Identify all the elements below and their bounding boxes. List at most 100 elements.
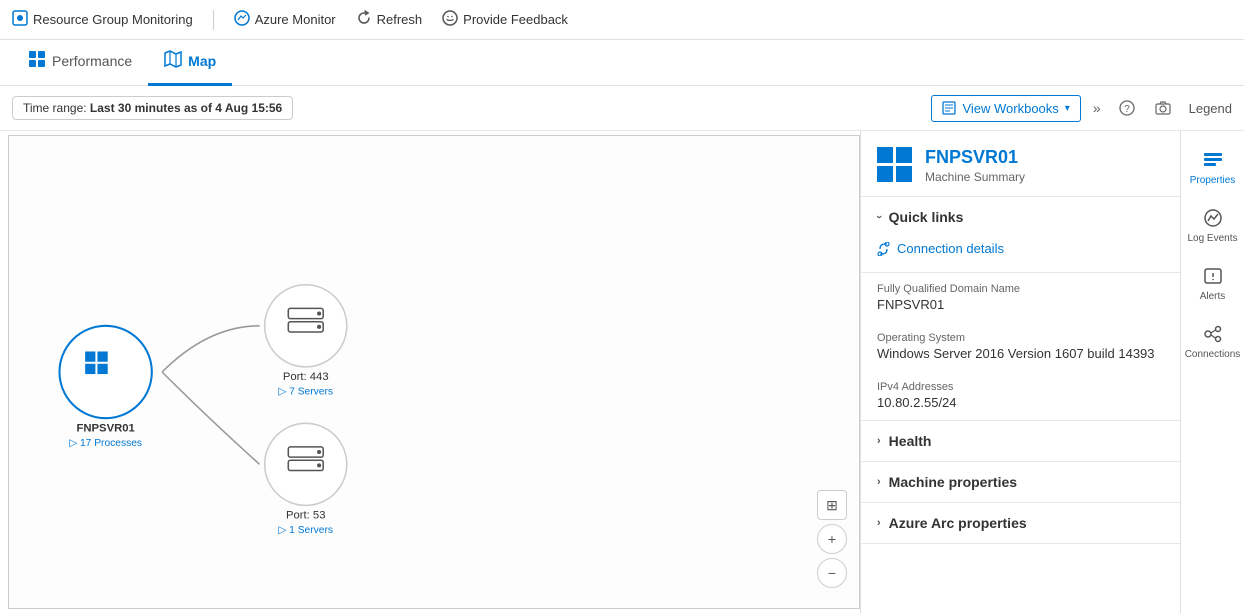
quick-links-list: Connection details — [861, 237, 1180, 272]
workbooks-icon — [942, 101, 956, 115]
nav-resource-group-label: Resource Group Monitoring — [33, 12, 193, 27]
connection-details-icon — [877, 242, 891, 256]
properties-icon — [1202, 149, 1224, 171]
nav-refresh[interactable]: Refresh — [356, 10, 423, 30]
time-range-value: Last 30 minutes as of 4 Aug 15:56 — [90, 101, 282, 115]
view-workbooks-button[interactable]: View Workbooks ▾ — [931, 95, 1080, 122]
view-workbooks-label: View Workbooks — [962, 101, 1058, 116]
quick-links-header[interactable]: › Quick links — [861, 197, 1180, 237]
svg-text:?: ? — [1124, 104, 1130, 115]
zoom-in-button[interactable]: + — [817, 524, 847, 554]
side-icon-properties[interactable]: Properties — [1181, 139, 1244, 197]
azure-arc-header[interactable]: › Azure Arc properties — [861, 503, 1180, 543]
right-panel: FNPSVR01 Machine Summary › Quick links C… — [860, 131, 1180, 613]
ipv4-group: IPv4 Addresses 10.80.2.55/24 — [861, 371, 1180, 420]
main-server-label: FNPSVR01 — [77, 423, 135, 435]
refresh-icon — [356, 10, 372, 30]
fqdn-value: FNPSVR01 — [877, 297, 1164, 312]
map-toolbar: Time range: Last 30 minutes as of 4 Aug … — [0, 86, 1244, 131]
health-header[interactable]: › Health — [861, 421, 1180, 461]
nav-azure-monitor[interactable]: Azure Monitor — [234, 10, 336, 30]
azure-monitor-icon — [234, 10, 250, 30]
legend-label: Legend — [1189, 101, 1232, 116]
properties-section: Fully Qualified Domain Name FNPSVR01 Ope… — [861, 273, 1180, 421]
quick-links-label: Quick links — [889, 209, 964, 225]
os-value: Windows Server 2016 Version 1607 build 1… — [877, 346, 1164, 361]
port-443-sublabel[interactable]: ▷ 7 Servers — [278, 387, 333, 398]
port-443-node[interactable] — [265, 285, 347, 367]
workbooks-chevron-icon: ▾ — [1065, 103, 1070, 114]
os-group: Operating System Windows Server 2016 Ver… — [861, 322, 1180, 371]
port-53-node[interactable] — [265, 423, 347, 505]
side-icon-alerts[interactable]: Alerts — [1181, 255, 1244, 313]
main-server-sublabel[interactable]: ▷ 17 Processes — [69, 438, 142, 449]
zoom-out-button[interactable]: − — [817, 558, 847, 588]
fqdn-group: Fully Qualified Domain Name FNPSVR01 — [861, 273, 1180, 322]
connection-details-label: Connection details — [897, 241, 1004, 256]
tab-performance[interactable]: Performance — [12, 40, 148, 86]
nav-azure-monitor-label: Azure Monitor — [255, 12, 336, 27]
map-svg: Port: 443 ▷ 7 Servers Port: 53 ▷ 1 Serve… — [9, 136, 859, 608]
machine-properties-section: › Machine properties — [861, 462, 1180, 503]
zoom-controls: ⊞ + − — [817, 490, 847, 588]
alerts-icon — [1202, 265, 1224, 287]
ipv4-value: 10.80.2.55/24 — [877, 395, 1164, 410]
toolbar-icons: ? — [1113, 94, 1177, 122]
machine-properties-header[interactable]: › Machine properties — [861, 462, 1180, 502]
health-chevron-icon: › — [877, 435, 881, 447]
tab-map[interactable]: Map — [148, 40, 232, 86]
nav-resource-group-monitoring[interactable]: Resource Group Monitoring — [12, 10, 193, 30]
connections-icon-label: Connections — [1185, 349, 1241, 361]
toolbar-right: View Workbooks ▾ » ? Legend — [931, 94, 1232, 122]
health-label: Health — [889, 433, 932, 449]
machine-properties-label: Machine properties — [889, 474, 1017, 490]
performance-tab-icon — [28, 50, 46, 73]
resource-group-icon — [12, 10, 28, 30]
port-53-label: Port: 53 — [286, 510, 325, 522]
log-events-icon — [1202, 207, 1224, 229]
health-section: › Health — [861, 421, 1180, 462]
azure-arc-label: Azure Arc properties — [889, 515, 1027, 531]
tab-map-label: Map — [188, 53, 216, 69]
map-canvas[interactable]: Port: 443 ▷ 7 Servers Port: 53 ▷ 1 Serve… — [8, 135, 860, 609]
time-range-badge[interactable]: Time range: Last 30 minutes as of 4 Aug … — [12, 96, 293, 120]
line-to-53 — [162, 372, 259, 464]
legend-button[interactable]: Legend — [1189, 101, 1232, 116]
content-row: Port: 443 ▷ 7 Servers Port: 53 ▷ 1 Serve… — [0, 131, 1244, 613]
quick-links-section: › Quick links Connection details — [861, 197, 1180, 273]
port-53-sublabel[interactable]: ▷ 1 Servers — [278, 525, 333, 536]
side-icon-log-events[interactable]: Log Events — [1181, 197, 1244, 255]
log-events-icon-label: Log Events — [1187, 233, 1237, 245]
top-nav-bar: Resource Group Monitoring Azure Monitor … — [0, 0, 1244, 40]
nav-refresh-label: Refresh — [377, 12, 423, 27]
os-label: Operating System — [877, 332, 1164, 344]
port-443-label: Port: 443 — [283, 371, 329, 383]
alerts-icon-label: Alerts — [1200, 291, 1226, 303]
quick-links-chevron-icon: › — [873, 215, 885, 219]
nav-provide-feedback-label: Provide Feedback — [463, 12, 568, 27]
azure-arc-section: › Azure Arc properties — [861, 503, 1180, 544]
side-icon-connections[interactable]: Connections — [1181, 313, 1244, 371]
side-icons-panel: Properties Log Events Alerts — [1180, 131, 1244, 613]
machine-header: FNPSVR01 Machine Summary — [861, 131, 1180, 197]
nav-provide-feedback[interactable]: Provide Feedback — [442, 10, 568, 30]
camera-icon-button[interactable] — [1149, 94, 1177, 122]
nav-separator-1 — [213, 10, 214, 30]
fullscreen-button[interactable]: ⊞ — [817, 490, 847, 520]
machine-info: FNPSVR01 Machine Summary — [925, 147, 1025, 184]
main-content: Time range: Last 30 minutes as of 4 Aug … — [0, 86, 1244, 613]
machine-subtitle: Machine Summary — [925, 170, 1025, 184]
help-icon-button[interactable]: ? — [1113, 94, 1141, 122]
expand-icon[interactable]: » — [1093, 100, 1101, 116]
properties-icon-label: Properties — [1190, 175, 1236, 187]
line-to-443 — [162, 326, 259, 372]
windows-logo-panel — [877, 147, 913, 183]
tabs-bar: Performance Map — [0, 40, 1244, 86]
feedback-icon — [442, 10, 458, 30]
azure-arc-chevron-icon: › — [877, 517, 881, 529]
connections-icon — [1202, 323, 1224, 345]
map-tab-icon — [164, 50, 182, 73]
fqdn-label: Fully Qualified Domain Name — [877, 283, 1164, 295]
connection-details-link[interactable]: Connection details — [877, 237, 1164, 260]
time-range-prefix: Time range: — [23, 101, 90, 115]
